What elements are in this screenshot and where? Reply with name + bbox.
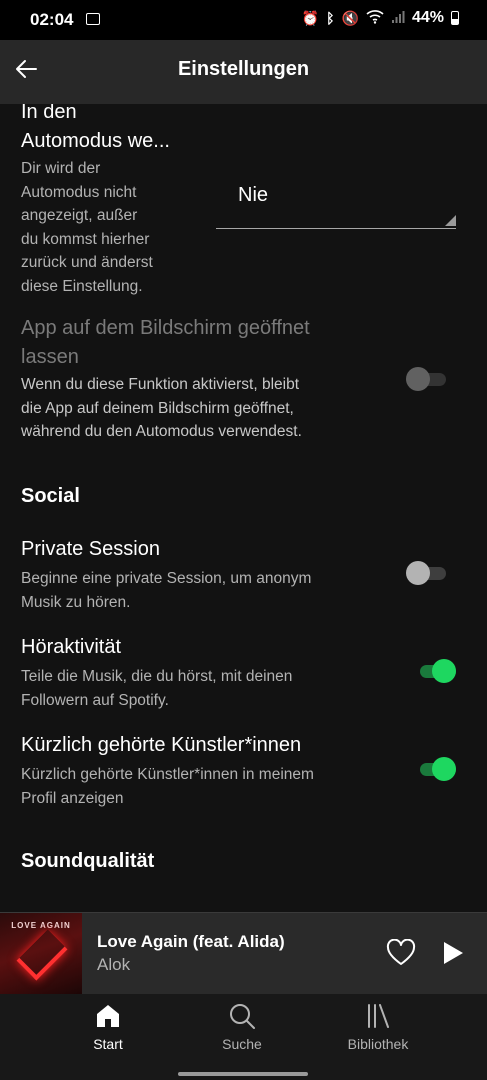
nav-label-search: Suche xyxy=(222,1036,262,1052)
desc-line: Teile die Musik, die du hörst, mit deine… xyxy=(21,668,293,685)
now-playing-bar[interactable]: LOVE AGAIN Love Again (feat. Alida) Alok xyxy=(0,912,487,995)
bottom-navigation: Start Suche Bibliothek xyxy=(0,994,487,1080)
desc-line: Musik zu hören. xyxy=(21,593,131,611)
track-artist: Alok xyxy=(97,955,131,974)
toggle-thumb xyxy=(406,367,430,391)
automode-setting-title: In den Automodus we... xyxy=(21,104,170,156)
desc-line: Wenn du diese Funktion aktivierst, bleib… xyxy=(21,376,300,393)
page-title: Einstellungen xyxy=(177,58,310,80)
alarm-icon: ⏰ xyxy=(301,9,320,26)
cover-text: LOVE AGAIN xyxy=(11,921,71,930)
desc-line: Profil anzeigen xyxy=(21,789,124,807)
signal-icon xyxy=(391,10,405,27)
status-time: 02:04 xyxy=(30,10,74,29)
automode-title-line: In den xyxy=(21,104,77,123)
track-title: Love Again (feat. Alida) xyxy=(97,932,285,951)
private-session-toggle[interactable] xyxy=(406,560,446,586)
private-session-desc: Beginne eine private Session, um anonym … xyxy=(21,567,311,614)
automode-title-line: Automodus we... xyxy=(21,130,170,152)
desc-line: die App auf deinem Bildschirm geöffnet, xyxy=(21,399,294,417)
top-app-bar: Einstellungen xyxy=(0,40,487,104)
keep-open-title-line: lassen xyxy=(21,346,79,368)
desc-line: diese Einstellung. xyxy=(21,277,143,295)
battery-icon xyxy=(451,11,459,25)
album-cover[interactable]: LOVE AGAIN xyxy=(0,913,82,995)
nav-label-library: Bibliothek xyxy=(347,1036,409,1052)
gallery-notification-icon xyxy=(86,13,100,25)
private-session-title: Private Session xyxy=(21,538,160,560)
play-icon[interactable] xyxy=(441,940,465,966)
automode-dropdown[interactable]: Nie xyxy=(216,174,456,229)
toggle-thumb xyxy=(432,757,456,781)
battery-percent: 44% xyxy=(411,9,444,26)
social-section-header: Social xyxy=(21,485,80,507)
desc-line: Automodus nicht xyxy=(21,183,137,201)
keep-open-toggle[interactable] xyxy=(406,366,446,392)
nav-search[interactable]: Suche xyxy=(182,1002,302,1052)
search-icon xyxy=(230,1004,255,1029)
recent-artists-toggle[interactable] xyxy=(416,756,456,782)
dropdown-selected-value: Nie xyxy=(238,184,269,206)
listening-activity-title: Höraktivität xyxy=(21,636,122,658)
nav-label-start: Start xyxy=(93,1036,123,1052)
sound-quality-section-header: Soundqualität xyxy=(21,850,155,872)
desc-line: du kommst hierher xyxy=(21,230,150,248)
recent-artists-desc: Kürzlich gehörte Künstler*innen in meine… xyxy=(21,763,314,810)
dropdown-arrow-icon xyxy=(445,215,456,226)
wifi-icon xyxy=(366,9,384,27)
toggle-thumb xyxy=(406,561,430,585)
keep-open-title-line: App auf dem Bildschirm geöffnet xyxy=(21,317,310,339)
nav-start[interactable]: Start xyxy=(48,1002,168,1052)
status-icons: ⏰ ᛒ 🔇 44% xyxy=(302,9,459,27)
home-icon xyxy=(97,1005,119,1027)
keep-open-setting-title: App auf dem Bildschirm geöffnet lassen xyxy=(21,314,310,372)
desc-line: während du den Automodus verwendest. xyxy=(21,423,302,440)
library-icon xyxy=(368,1004,389,1028)
listening-activity-toggle[interactable] xyxy=(416,658,456,684)
status-bar: 02:04 ⏰ ᛒ 🔇 44% xyxy=(0,0,487,40)
nav-library[interactable]: Bibliothek xyxy=(318,1002,438,1052)
gesture-bar[interactable] xyxy=(178,1072,308,1076)
bluetooth-icon: ᛒ xyxy=(326,10,335,26)
heart-icon[interactable] xyxy=(386,938,416,967)
desc-line: Beginne eine private Session, um anonym xyxy=(21,570,312,587)
mute-icon: 🔇 xyxy=(341,9,359,26)
desc-line: Dir wird der xyxy=(21,160,101,177)
desc-line: angezeigt, außer xyxy=(21,207,138,224)
recent-artists-title: Kürzlich gehörte Künstler*innen xyxy=(21,734,302,756)
keep-open-setting-desc: Wenn du diese Funktion aktivierst, bleib… xyxy=(21,373,302,444)
toggle-thumb xyxy=(432,659,456,683)
settings-list[interactable]: In den Automodus we... Dir wird der Auto… xyxy=(0,104,487,912)
automode-setting-desc: Dir wird der Automodus nicht angezeigt, … xyxy=(21,157,153,298)
listening-activity-desc: Teile die Musik, die du hörst, mit deine… xyxy=(21,665,292,712)
desc-line: Followern auf Spotify. xyxy=(21,691,169,709)
cover-chevron-art xyxy=(16,929,68,981)
desc-line: zurück und änderst xyxy=(21,254,153,271)
desc-line: Kürzlich gehörte Künstler*innen in meine… xyxy=(21,766,314,783)
